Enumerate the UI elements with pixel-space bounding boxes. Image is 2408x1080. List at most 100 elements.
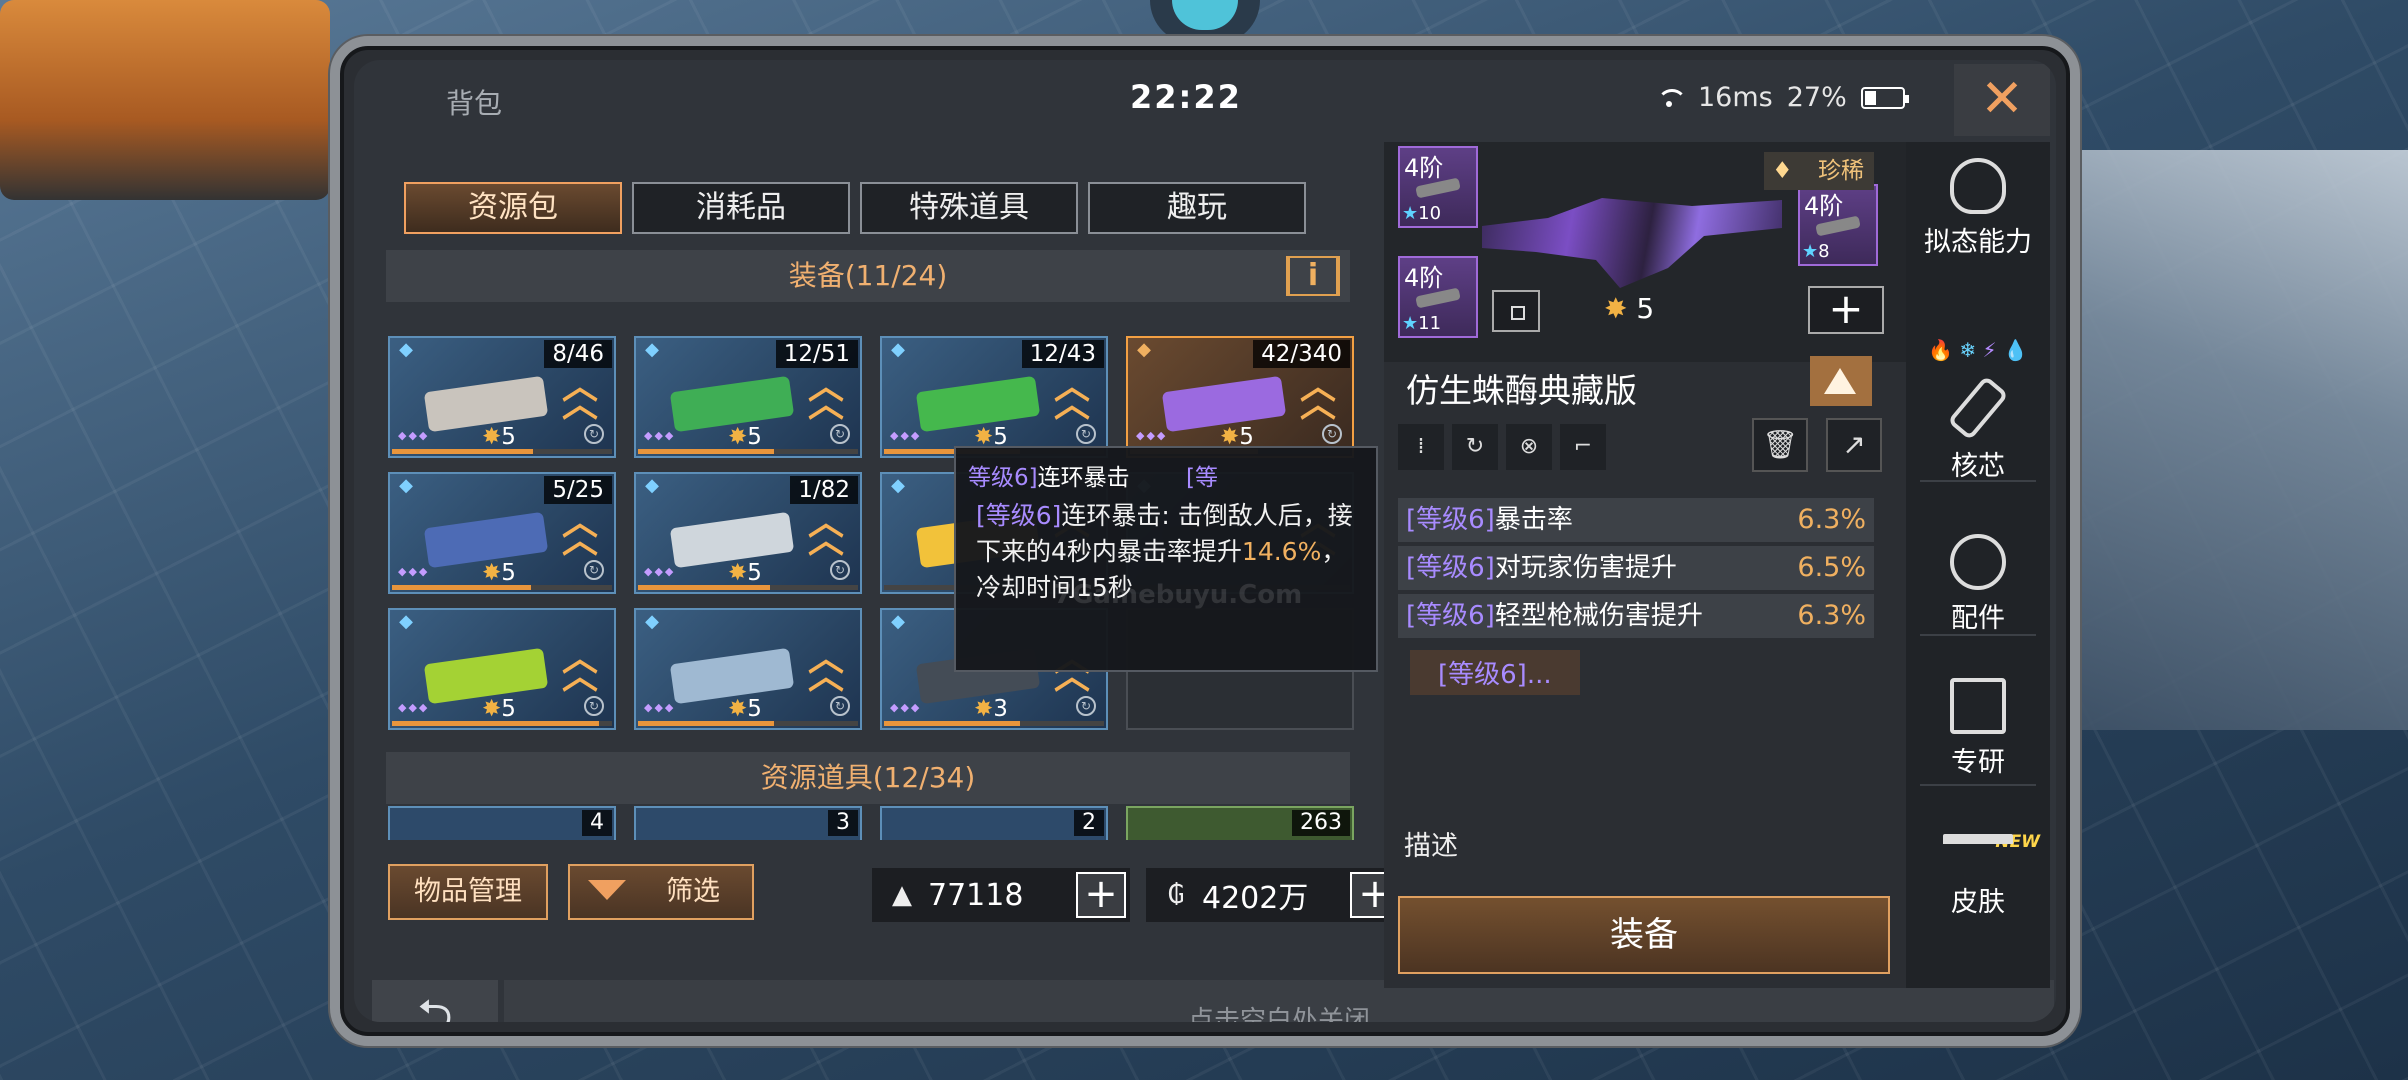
nav-parts[interactable]: 配件: [1906, 534, 2050, 635]
resource-slot[interactable]: 263: [1126, 806, 1354, 840]
item-count: 4: [582, 810, 612, 836]
resource-slot[interactable]: 3: [634, 806, 862, 840]
lightning-icon: ⚡: [1982, 338, 1997, 362]
share-icon[interactable]: ↗: [1826, 418, 1882, 472]
tier-label: 4阶: [1404, 154, 1444, 182]
element-badge-icon: ◆: [645, 339, 659, 360]
nav-mimic-ability[interactable]: 拟态能力: [1906, 158, 2050, 259]
resources-section-title: 资源道具(12/34): [760, 761, 976, 794]
equipment-section-header: 装备(11/24) i: [386, 250, 1350, 302]
resources-section-header: 资源道具(12/34): [386, 752, 1350, 804]
item-count: 2: [1074, 810, 1104, 836]
refresh-icon: ↻: [830, 696, 850, 716]
equipment-slot[interactable]: ◆ ︿ ︿ ◆◆◆ ✸5 ↻: [388, 608, 616, 730]
status-indicators: 16ms 27%: [1654, 82, 1909, 113]
equipment-slot[interactable]: ◆ 1/82 ︿ ︿ ◆◆◆ ✸5 ↻: [634, 472, 862, 594]
tab-special-items[interactable]: 特殊道具: [860, 182, 1078, 234]
clock: 22:22: [1130, 78, 1242, 116]
attribute-row: [等级6]暴击率 6.3%: [1398, 498, 1874, 542]
progress-bar: [638, 449, 858, 454]
tooltip-header: 等级6]连环暴击: [968, 458, 1130, 492]
skin-gun-icon: [1943, 834, 2013, 874]
info-icon[interactable]: i: [1286, 256, 1340, 296]
background-vehicle: [0, 0, 330, 200]
equipment-slot[interactable]: ◆ 8/46 ︿ ︿ ◆◆◆ ✸5 ↻: [388, 336, 616, 458]
equipment-slot[interactable]: ◆ 5/25 ︿ ︿ ◆◆◆ ✸5 ↻: [388, 472, 616, 594]
resource-slot[interactable]: 2: [880, 806, 1108, 840]
attribute-row: [等级6]对玩家伤害提升 6.5%: [1398, 546, 1874, 590]
close-hint: 点击空白处关闭: [1187, 1006, 1370, 1022]
trash-icon[interactable]: 🗑: [1752, 418, 1808, 472]
coin-currency: ₲ 4202万 +: [1146, 868, 1404, 922]
tier-badge-side[interactable]: 4阶 ★8: [1798, 184, 1878, 266]
parts-icon: [1950, 534, 2006, 590]
equipment-slot[interactable]: ◆ 12/43 ︿ ︿ ◆◆◆ ✸5 ↻: [880, 336, 1108, 458]
attribute-value: 6.5%: [1797, 552, 1866, 583]
weapon-name: 仿生蛛酶典藏版: [1406, 371, 1637, 410]
tab-resource-pack[interactable]: 资源包: [404, 182, 622, 234]
tier-badge-main[interactable]: 4阶 ★10: [1398, 146, 1478, 228]
add-crystal-button[interactable]: +: [1076, 872, 1126, 918]
quality-dots-icon: ◆◆◆: [398, 565, 430, 578]
pistol-icon[interactable]: ⌐: [1560, 424, 1606, 470]
progress-bar: [392, 449, 612, 454]
tooltip-body-percent: 14.6%: [1241, 537, 1322, 566]
target-icon[interactable]: ⊗: [1506, 424, 1552, 470]
nav-core[interactable]: 核芯: [1906, 375, 2050, 483]
wifi-icon: [1654, 87, 1687, 109]
resource-items-row: 4 3 2 263: [388, 806, 1354, 840]
filter-button[interactable]: 筛选: [568, 864, 754, 920]
scope-icon[interactable]: [1492, 290, 1540, 332]
skill-tooltip: 等级6]连环暴击 [等 [等级6]连环暴击: 击倒敌人后，接下来的4秒内暴击率提…: [954, 446, 1378, 672]
tier-level: ★11: [1402, 313, 1442, 334]
crystal-amount: 77118: [928, 877, 1024, 913]
tooltip-body-level: [等级6]: [976, 501, 1062, 530]
tier-badge-low[interactable]: 4阶 ★11: [1398, 256, 1478, 338]
tab-fun[interactable]: 趣玩: [1088, 182, 1306, 234]
attribute-icons: ⁞ ↻ ⊗ ⌐: [1398, 424, 1606, 470]
crystal-currency: ▲ 77118 +: [872, 868, 1130, 922]
element-badge-icon: ◆: [399, 611, 413, 632]
resource-slot[interactable]: 4: [388, 806, 616, 840]
equipment-slot[interactable]: ◆ ︿ ︿ ◆◆◆ ✸5 ↻: [634, 608, 862, 730]
upgrade-chevron-icon: ︿︿: [807, 366, 844, 425]
back-button[interactable]: ⮌: [372, 980, 498, 1022]
attribute-list: [等级6]暴击率 6.3% [等级6]对玩家伤害提升 6.5% [等级6]轻型枪械伤害提…: [1398, 498, 1874, 695]
equipment-slot[interactable]: ◆ 12/51 ︿ ︿ ◆◆◆ ✸5 ↻: [634, 336, 862, 458]
equip-button[interactable]: 装备: [1398, 896, 1890, 974]
item-count: 263: [1292, 810, 1350, 836]
star-level: ✸ 5: [1604, 292, 1655, 325]
more-attributes-link[interactable]: [等级6]...: [1410, 650, 1580, 695]
nav-research[interactable]: 专研: [1906, 678, 2050, 779]
equipment-section-title: 装备(11/24): [788, 259, 948, 292]
category-tabs: 资源包 消耗品 特殊道具 趣玩: [404, 182, 1306, 234]
rarity-tag: 珍稀: [1764, 152, 1874, 190]
cycle-icon[interactable]: ↻: [1452, 424, 1498, 470]
element-badge-icon: ◆: [1137, 339, 1151, 360]
quality-dots-icon: ◆◆◆: [644, 429, 676, 442]
nav-label: 核芯: [1951, 451, 2005, 482]
refresh-icon: ↻: [1076, 424, 1096, 444]
add-attachment-button[interactable]: +: [1808, 286, 1884, 334]
tier-level: ★10: [1402, 203, 1442, 224]
tab-consumables[interactable]: 消耗品: [632, 182, 850, 234]
close-button[interactable]: ✕: [1954, 64, 2050, 136]
star-level: ✸5: [482, 560, 516, 586]
item-management-button[interactable]: 物品管理: [388, 864, 548, 920]
tier-level: ★8: [1802, 241, 1830, 262]
progress-bar: [638, 585, 858, 590]
refresh-icon: ↻: [584, 424, 604, 444]
attribute-name: [等级6]对玩家伤害提升: [1406, 553, 1677, 583]
nav-label: 拟态能力: [1924, 227, 2032, 258]
refresh-icon: ↻: [1322, 424, 1342, 444]
nav-skin[interactable]: NEW 皮肤: [1906, 832, 2050, 919]
equipment-slot[interactable]: ◆ 42/340 ︿ ︿ ◆◆◆ ✸5 ↻: [1126, 336, 1354, 458]
item-count: 8/46: [544, 340, 612, 368]
background-wall: [2048, 150, 2408, 730]
upgrade-icon[interactable]: [1810, 356, 1872, 406]
ice-icon: ❄: [1959, 338, 1977, 362]
window-title: 背包: [446, 87, 503, 120]
star-level: ✸5: [482, 696, 516, 722]
ammo-icon[interactable]: ⁞: [1398, 424, 1444, 470]
upgrade-chevron-icon: ︿︿: [807, 502, 844, 561]
